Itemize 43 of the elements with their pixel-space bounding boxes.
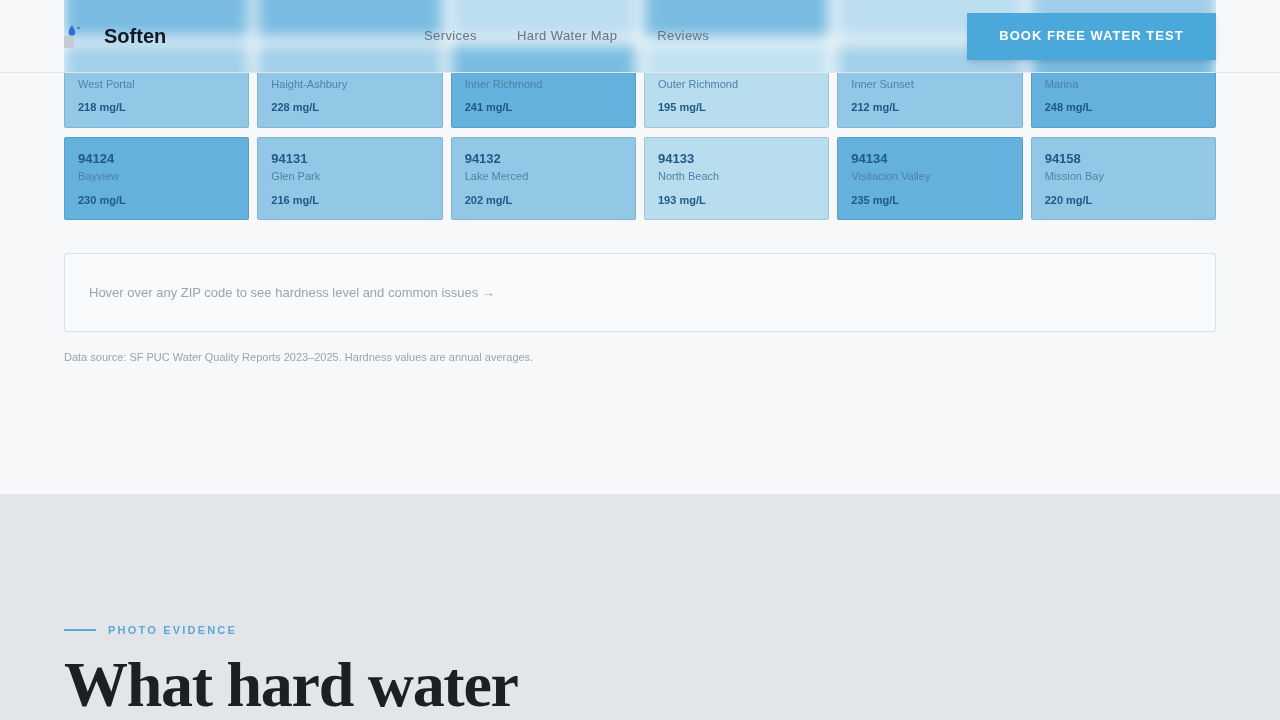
zip-code: 94131 bbox=[271, 151, 308, 167]
zip-code: 94124 bbox=[78, 151, 115, 167]
hardness-reading: 212 mg/L bbox=[851, 100, 899, 114]
zip-code: 94132 bbox=[464, 151, 501, 167]
nav-link[interactable]: Reviews bbox=[657, 26, 710, 46]
neighborhood-name: Glen Park bbox=[271, 169, 321, 183]
zip-card[interactable]: 94132 Lake Merced 202 mg/L bbox=[450, 137, 636, 220]
hardness-reading: 230 mg/L bbox=[78, 193, 126, 207]
hardness-reading: 202 mg/L bbox=[464, 193, 513, 207]
hardness-reading: 241 mg/L bbox=[464, 100, 513, 114]
hint-text: Hover over any ZIP code to see hardness level and common issues → bbox=[89, 283, 495, 302]
neighborhood-name: Mission Bay bbox=[1044, 169, 1104, 183]
zip-code: 94134 bbox=[851, 151, 888, 167]
zip-card[interactable]: 94131 Glen Park 216 mg/L bbox=[257, 137, 443, 220]
section-heading: What hard water bbox=[64, 650, 518, 720]
zip-code: 94158 bbox=[1044, 151, 1081, 167]
hardness-reading: 248 mg/L bbox=[1044, 100, 1093, 114]
zip-card[interactable]: 94133 North Beach 193 mg/L bbox=[644, 137, 830, 220]
book-test-button[interactable]: BOOK FREE WATER TEST bbox=[967, 12, 1216, 60]
neighborhood-name: Lake Merced bbox=[464, 169, 529, 183]
zip-code: 94133 bbox=[658, 151, 695, 167]
zip-card[interactable]: Inner Sunset 212 mg/L bbox=[837, 73, 1023, 128]
hardness-reading: 193 mg/L bbox=[658, 193, 706, 207]
data-source-note: Data source: SF PUC Water Quality Reports 2023–2025. Hardness values are annual averages. bbox=[64, 350, 535, 364]
hardness-reading: 235 mg/L bbox=[851, 193, 899, 207]
neighborhood-name: Inner Sunset bbox=[851, 77, 914, 91]
section-eyebrow: PHOTO EVIDENCE bbox=[108, 623, 237, 638]
neighborhood-name: Outer Richmond bbox=[658, 77, 739, 91]
zip-card[interactable]: West Portal 218 mg/L bbox=[64, 73, 250, 128]
nav-link[interactable]: Services bbox=[424, 26, 477, 46]
brand-name[interactable]: Soften bbox=[104, 24, 167, 48]
zip-card[interactable]: 94158 Mission Bay 220 mg/L bbox=[1030, 137, 1216, 220]
neighborhood-name: Haight-Ashbury bbox=[271, 77, 348, 91]
zip-card[interactable]: Outer Richmond 195 mg/L bbox=[644, 73, 830, 128]
neighborhood-name: North Beach bbox=[658, 169, 720, 183]
neighborhood-name: West Portal bbox=[78, 77, 135, 91]
hardness-reading: 228 mg/L bbox=[271, 100, 319, 114]
zip-card[interactable]: Haight-Ashbury 228 mg/L bbox=[257, 73, 443, 128]
nav-link[interactable]: Hard Water Map bbox=[517, 26, 618, 46]
hardness-reading: 216 mg/L bbox=[271, 193, 319, 207]
hardness-reading: 218 mg/L bbox=[78, 100, 126, 114]
hardness-reading: 220 mg/L bbox=[1044, 193, 1093, 207]
hardness-reading: 195 mg/L bbox=[658, 100, 706, 114]
